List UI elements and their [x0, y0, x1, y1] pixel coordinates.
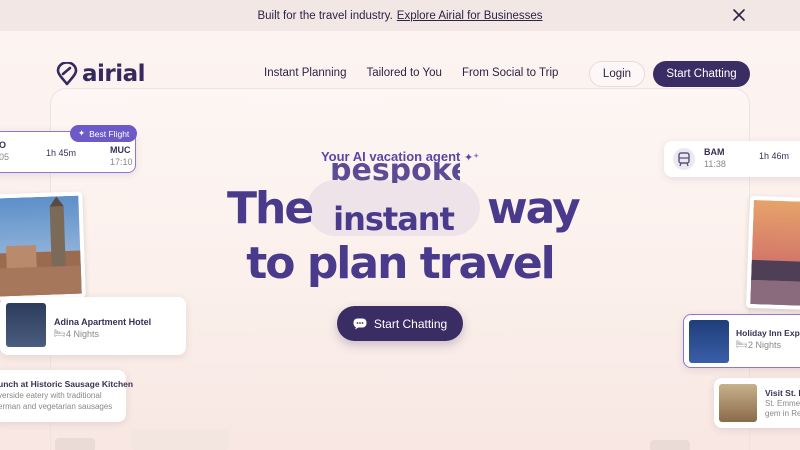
- nav-from-social-to-trip[interactable]: From Social to Trip: [462, 67, 559, 79]
- hotel-card-right: Holiday Inn Expres 🛏 2 Nights: [683, 314, 800, 368]
- activity-desc-line2: erman and vegetarian sausages: [0, 402, 113, 411]
- announcement-banner: Built for the travel industry. Explore A…: [0, 0, 800, 31]
- hero-word-the: The: [227, 183, 314, 234]
- hero-eyebrow-text: Your AI vacation agent: [320, 149, 461, 164]
- hotel-nights: 4 Nights: [66, 329, 100, 339]
- chat-bubble-icon: [353, 318, 367, 329]
- hotel-right-nights: 2 Nights: [748, 340, 782, 350]
- logo-wordmark: airial: [82, 61, 146, 87]
- rotating-word-previous: bespoke: [330, 163, 460, 183]
- sparkle-icon: ✦: [78, 128, 86, 138]
- faded-card-mid: [130, 430, 230, 450]
- hero-rotating-word: instant: [333, 200, 455, 238]
- activity-right-desc2: gem in Re: [765, 409, 800, 418]
- logo[interactable]: airial: [56, 61, 146, 87]
- hotel-image: [6, 303, 46, 347]
- header-start-chatting-button[interactable]: Start Chatting: [653, 61, 750, 87]
- activity-right-desc1: St. Emmer: [765, 399, 800, 408]
- hero-eyebrow: Your AI vacation agent ✦⁺: [0, 149, 800, 164]
- login-button[interactable]: Login: [589, 61, 645, 87]
- hotel-right-name: Holiday Inn Expres: [736, 328, 800, 338]
- bed-icon: 🛏: [736, 339, 748, 349]
- activity-title: unch at Historic Sausage Kitchen: [0, 379, 134, 389]
- nav-tailored-to-you[interactable]: Tailored to You: [366, 67, 441, 79]
- activity-desc-line1: verside eatery with traditional: [0, 391, 102, 400]
- activity-right-image: [719, 384, 757, 422]
- activity-card-right: Visit St. E St. Emmer gem in Re: [714, 378, 800, 428]
- close-icon[interactable]: [732, 8, 746, 22]
- sparkle-icon: ✦⁺: [464, 152, 480, 164]
- banner-business-link[interactable]: Explore Airial for Businesses: [397, 10, 543, 22]
- nav-instant-planning[interactable]: Instant Planning: [264, 67, 346, 79]
- hero-cta-label: Start Chatting: [373, 316, 448, 331]
- hero-line-2: to plan travel: [246, 238, 556, 289]
- hotel-name: Adina Apartment Hotel: [54, 317, 152, 327]
- best-flight-label: Best Flight: [89, 128, 130, 139]
- faded-card-right: [650, 440, 690, 450]
- location-pin-icon: [56, 62, 78, 86]
- bed-icon: 🛏: [54, 328, 66, 338]
- hotel-right-image: [689, 320, 729, 363]
- hero-start-chatting-button[interactable]: Start Chatting: [337, 306, 463, 341]
- faded-card-left: [55, 438, 95, 450]
- activity-card: unch at Historic Sausage Kitchen verside…: [0, 370, 133, 422]
- main-nav: Instant Planning Tailored to You From So…: [264, 67, 558, 79]
- best-flight-badge: ✦ Best Flight: [70, 125, 138, 142]
- hotel-card: Adina Apartment Hotel 🛏 4 Nights: [0, 297, 186, 355]
- hero-word-way: way: [487, 183, 581, 234]
- activity-right-title: Visit St. E: [765, 388, 800, 398]
- banner-text: Built for the travel industry.: [257, 9, 393, 22]
